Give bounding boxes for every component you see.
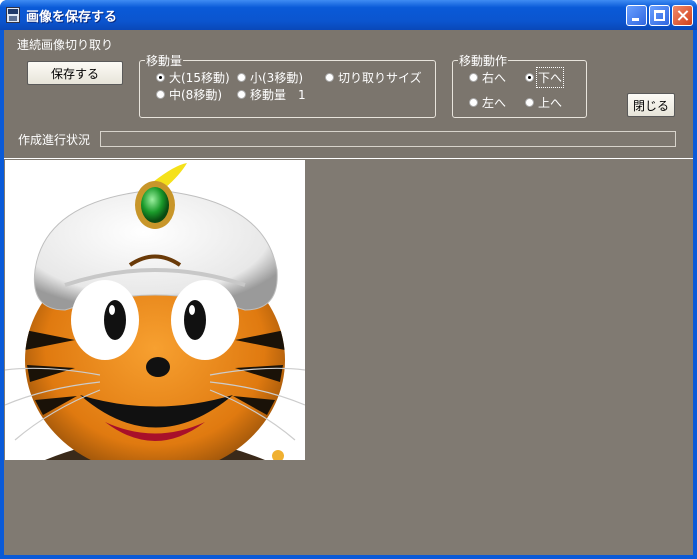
radio-large-15[interactable]: 大(15移動) — [156, 69, 230, 86]
move-action-legend: 移動動作 — [459, 54, 508, 68]
radio-right[interactable]: 右へ — [469, 69, 506, 86]
close-button[interactable]: 閉じる — [627, 93, 675, 117]
move-amount-legend: 移動量 — [146, 54, 183, 68]
radio-label: 中(8移動) — [169, 88, 222, 102]
section-label: 連続画像切り取り — [17, 38, 114, 52]
radio-label: 移動量 1 — [250, 88, 306, 102]
radio-dot — [325, 73, 334, 82]
radio-medium-8[interactable]: 中(8移動) — [156, 86, 222, 103]
radio-label: 小(3移動) — [250, 71, 303, 85]
radio-up[interactable]: 上へ — [525, 94, 562, 111]
radio-label: 大(15移動) — [169, 71, 230, 85]
radio-move-1[interactable]: 移動量 1 — [237, 86, 306, 103]
preview-image — [5, 160, 305, 460]
maximize-button[interactable] — [649, 5, 670, 26]
radio-dot — [469, 98, 478, 107]
radio-small-3[interactable]: 小(3移動) — [237, 69, 303, 86]
radio-dot — [237, 90, 246, 99]
radio-label: 下へ — [535, 67, 565, 88]
progress-label: 作成進行状況 — [18, 133, 91, 147]
radio-dot — [525, 98, 534, 107]
app-icon[interactable] — [6, 7, 20, 23]
radio-label: 上へ — [538, 96, 563, 110]
radio-crop-size[interactable]: 切り取りサイズ — [325, 69, 422, 86]
window-title: 画像を保存する — [26, 10, 118, 25]
panel-divider — [4, 158, 693, 159]
radio-dot — [525, 73, 534, 82]
minimize-button[interactable] — [626, 5, 647, 26]
radio-label: 左へ — [482, 96, 507, 110]
save-button[interactable]: 保存する — [27, 61, 123, 85]
tiger-mascot-image — [5, 160, 305, 460]
radio-dot — [156, 73, 165, 82]
radio-dot — [237, 73, 246, 82]
radio-label: 右へ — [482, 71, 507, 85]
radio-left[interactable]: 左へ — [469, 94, 506, 111]
title-bar[interactable]: 画像を保存する — [0, 0, 697, 30]
radio-down[interactable]: 下へ — [525, 67, 565, 88]
radio-dot — [156, 90, 165, 99]
control-panel: 連続画像切り取り 保存する 移動量 大(15移動) 小(3移動) 切り取りサイズ… — [4, 30, 693, 158]
client-area: 連続画像切り取り 保存する 移動量 大(15移動) 小(3移動) 切り取りサイズ… — [4, 30, 693, 555]
save-image-window: 画像を保存する 連続画像切り取り 保存する 移動量 大(15移動) 小(3移動)… — [0, 0, 697, 559]
radio-label: 切り取りサイズ — [338, 71, 422, 85]
progress-bar — [100, 131, 676, 147]
close-window-button[interactable] — [672, 5, 693, 26]
radio-dot — [469, 73, 478, 82]
